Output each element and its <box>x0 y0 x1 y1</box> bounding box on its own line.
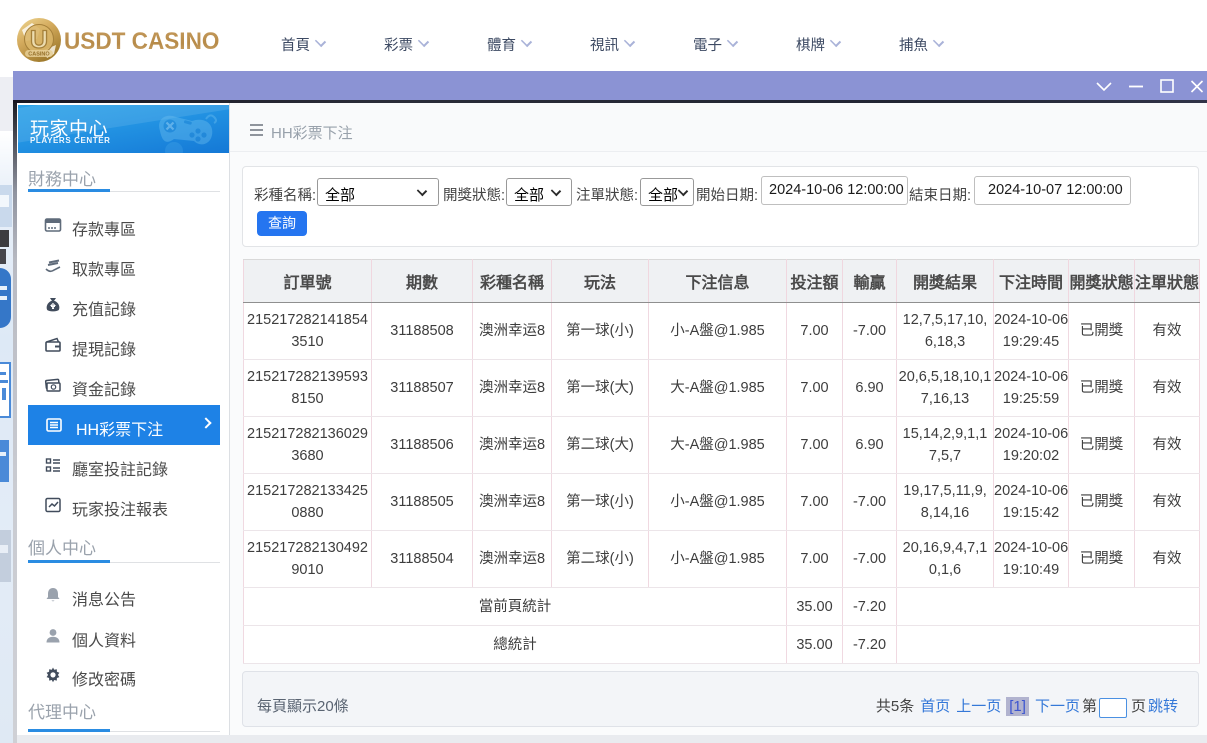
svg-text:U: U <box>30 26 48 54</box>
svg-text:CASINO: CASINO <box>28 52 50 58</box>
